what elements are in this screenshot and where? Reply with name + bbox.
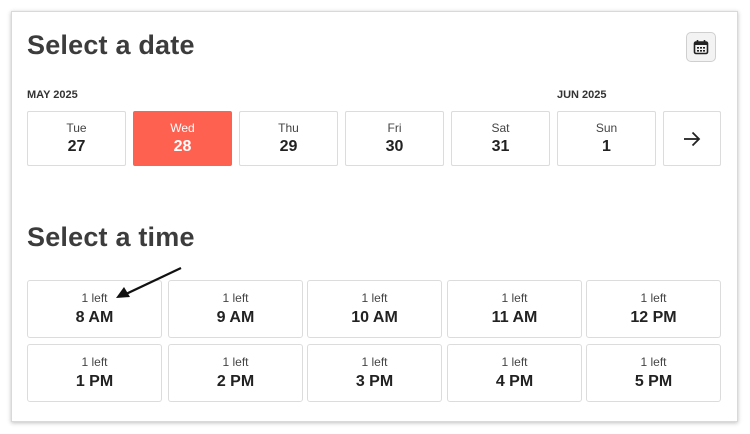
day-option-thu-29[interactable]: Thu 29 xyxy=(239,111,338,166)
time-section-title: Select a time xyxy=(27,222,195,252)
day-of-week: Fri xyxy=(387,121,402,135)
day-of-week: Sat xyxy=(491,121,510,135)
availability-label: 1 left xyxy=(81,355,108,369)
month-label-jun: JUN 2025 xyxy=(557,89,607,101)
day-number: 28 xyxy=(173,138,192,155)
next-dates-button[interactable] xyxy=(663,111,721,166)
time-label: 10 AM xyxy=(351,309,398,326)
time-slot-10am[interactable]: 1 left 10 AM xyxy=(307,280,442,338)
time-label: 11 AM xyxy=(491,309,538,326)
availability-label: 1 left xyxy=(361,291,388,305)
day-number: 30 xyxy=(385,138,404,155)
day-option-tue-27[interactable]: Tue 27 xyxy=(27,111,126,166)
time-label: 2 PM xyxy=(216,373,255,390)
time-label: 12 PM xyxy=(630,309,677,326)
time-slot-3pm[interactable]: 1 left 3 PM xyxy=(307,344,442,402)
time-slot-4pm[interactable]: 1 left 4 PM xyxy=(447,344,582,402)
time-label: 9 AM xyxy=(216,309,255,326)
time-label: 3 PM xyxy=(355,373,394,390)
time-slot-8am[interactable]: 1 left 8 AM xyxy=(27,280,162,338)
day-option-sun-1[interactable]: Sun 1 xyxy=(557,111,656,166)
availability-label: 1 left xyxy=(501,355,528,369)
day-of-week: Tue xyxy=(66,121,87,135)
availability-label: 1 left xyxy=(361,355,388,369)
availability-label: 1 left xyxy=(640,291,667,305)
day-number: 31 xyxy=(491,138,510,155)
time-label: 4 PM xyxy=(495,373,534,390)
day-option-sat-31[interactable]: Sat 31 xyxy=(451,111,550,166)
month-label-may: MAY 2025 xyxy=(27,89,78,101)
time-label: 5 PM xyxy=(634,373,673,390)
availability-label: 1 left xyxy=(640,355,667,369)
availability-label: 1 left xyxy=(222,291,249,305)
date-section-title: Select a date xyxy=(27,30,195,60)
day-option-wed-28[interactable]: Wed 28 xyxy=(133,111,232,166)
calendar-icon xyxy=(693,40,709,55)
time-slot-5pm[interactable]: 1 left 5 PM xyxy=(586,344,721,402)
day-option-fri-30[interactable]: Fri 30 xyxy=(345,111,444,166)
day-number: 27 xyxy=(67,138,86,155)
time-label: 1 PM xyxy=(75,373,114,390)
booking-card: Select a date MAY 2025 JUN 2025 Tue 27 W… xyxy=(11,11,738,422)
day-of-week: Wed xyxy=(170,121,195,135)
availability-label: 1 left xyxy=(222,355,249,369)
time-label: 8 AM xyxy=(75,309,114,326)
day-of-week: Thu xyxy=(278,121,299,135)
availability-label: 1 left xyxy=(81,291,108,305)
availability-label: 1 left xyxy=(501,291,528,305)
time-slot-9am[interactable]: 1 left 9 AM xyxy=(168,280,303,338)
day-of-week: Sun xyxy=(595,121,618,135)
calendar-button[interactable] xyxy=(686,32,716,62)
time-slot-2pm[interactable]: 1 left 2 PM xyxy=(168,344,303,402)
arrow-right-icon xyxy=(684,131,701,146)
time-slot-1pm[interactable]: 1 left 1 PM xyxy=(27,344,162,402)
day-number: 1 xyxy=(602,138,611,155)
time-slot-12pm[interactable]: 1 left 12 PM xyxy=(586,280,721,338)
time-slot-11am[interactable]: 1 left 11 AM xyxy=(447,280,582,338)
day-number: 29 xyxy=(279,138,298,155)
